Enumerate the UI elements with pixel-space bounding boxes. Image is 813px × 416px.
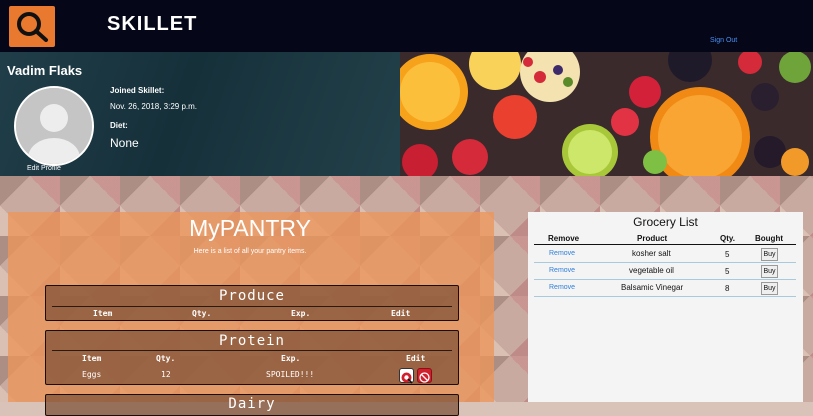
sign-out-link[interactable]: Sign Out (710, 37, 737, 44)
profile-name: Vadim Flaks (7, 63, 83, 78)
grocery-qty: 5 (725, 267, 730, 276)
category-protein: Protein Item Qty. Exp. Edit Eggs 12 SPOI… (45, 330, 459, 385)
column-header-product: Product (637, 234, 668, 243)
grocery-title: Grocery List (633, 215, 698, 229)
column-header-exp: Exp. (281, 354, 301, 363)
pantry-title: MyPANTRY (189, 215, 311, 241)
header-divider (534, 244, 796, 245)
category-title: Protein (218, 333, 285, 349)
column-header-remove: Remove (548, 234, 580, 243)
column-header-item: Item (93, 309, 113, 318)
column-header-exp: Exp. (291, 309, 311, 318)
grocery-product: Balsamic Vinegar (621, 283, 684, 292)
pantry-item-exp: SPOILED!!! (266, 370, 315, 379)
column-header-edit: Edit (391, 309, 411, 318)
edit-item-icon[interactable] (399, 368, 414, 384)
grocery-qty: 8 (725, 284, 730, 293)
pantry-subtitle: Here is a list of all your pantry items. (193, 248, 307, 255)
remove-link[interactable]: Remove (549, 250, 575, 257)
buy-button[interactable]: Buy (761, 248, 778, 261)
top-nav: SKILLET Sign Out (0, 0, 813, 52)
avatar-placeholder-icon (14, 86, 94, 166)
buy-button[interactable]: Buy (761, 282, 778, 295)
joined-date: Nov. 26, 2018, 3:29 p.m. (110, 102, 198, 111)
row-divider (534, 262, 796, 263)
row-divider (534, 279, 796, 280)
remove-link[interactable]: Remove (549, 267, 575, 274)
edit-profile-link[interactable]: Edit Profile (27, 165, 61, 172)
category-dairy: Dairy (45, 394, 459, 416)
column-header-qty: Qty. (720, 234, 735, 243)
pantry-item-qty: 12 (161, 370, 171, 379)
category-title: Dairy (228, 396, 276, 412)
column-header-qty: Qty. (192, 309, 212, 318)
delete-item-icon[interactable] (417, 368, 432, 383)
column-header-qty: Qty. (156, 354, 176, 363)
grocery-product: kosher salt (632, 249, 671, 258)
column-header-bought: Bought (755, 234, 783, 243)
divider (52, 306, 452, 307)
remove-link[interactable]: Remove (549, 284, 575, 291)
category-title: Produce (218, 288, 285, 304)
brand-name[interactable]: SKILLET (107, 13, 197, 36)
diet-label: Diet: (110, 121, 128, 130)
profile-banner (0, 52, 813, 176)
skillet-logo-icon[interactable] (9, 6, 55, 47)
pantry-item-name: Eggs (82, 370, 102, 379)
column-header-item: Item (82, 354, 102, 363)
column-header-edit: Edit (406, 354, 426, 363)
row-divider (534, 296, 796, 297)
grocery-qty: 5 (725, 250, 730, 259)
grocery-product: vegetable oil (629, 266, 674, 275)
fruit-banner-image (400, 52, 813, 176)
buy-button[interactable]: Buy (761, 265, 778, 278)
category-produce: Produce Item Qty. Exp. Edit (45, 285, 459, 321)
diet-value: None (110, 136, 139, 150)
joined-label: Joined Skillet: (110, 86, 165, 95)
divider (52, 350, 452, 351)
